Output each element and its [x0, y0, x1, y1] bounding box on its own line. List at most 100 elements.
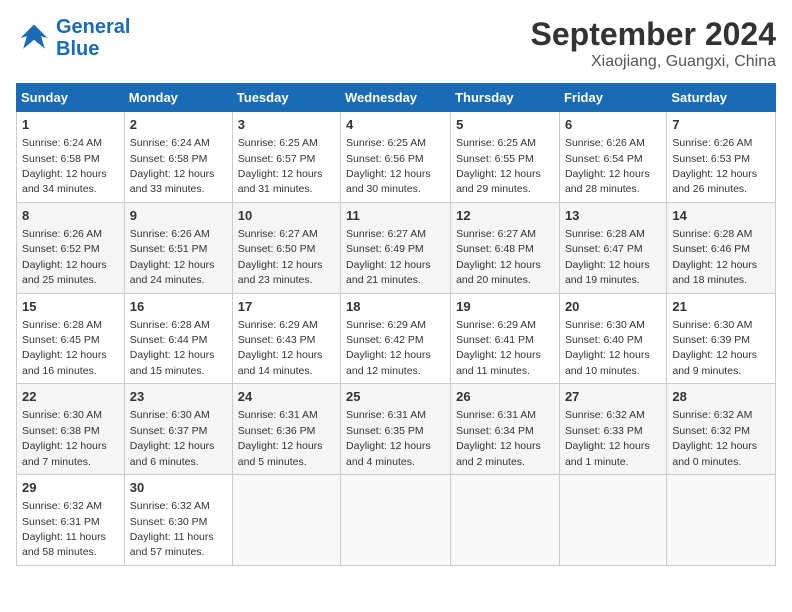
logo: General Blue [16, 16, 130, 60]
day-number: 16 [130, 298, 227, 316]
day-number: 7 [672, 116, 770, 134]
day-number: 27 [565, 388, 661, 406]
day-number: 6 [565, 116, 661, 134]
calendar-cell: 11 Sunrise: 6:27 AMSunset: 6:49 PMDayligh… [341, 202, 451, 293]
day-info: Sunrise: 6:25 AMSunset: 6:56 PMDaylight:… [346, 137, 431, 195]
calendar-cell: 30 Sunrise: 6:32 AMSunset: 6:30 PMDayligh… [124, 475, 232, 566]
calendar-cell: 14 Sunrise: 6:28 AMSunset: 6:46 PMDayligh… [667, 202, 776, 293]
page-header: General Blue September 2024 Xiaojiang, G… [16, 16, 776, 71]
day-info: Sunrise: 6:26 AMSunset: 6:51 PMDaylight:… [130, 228, 215, 286]
calendar-cell: 17Sunrise: 6:29 AMSunset: 6:43 PMDayligh… [232, 293, 340, 384]
day-number: 28 [672, 388, 770, 406]
calendar-table: SundayMondayTuesdayWednesdayThursdayFrid… [16, 83, 776, 566]
calendar-cell: 13 Sunrise: 6:28 AMSunset: 6:47 PMDayligh… [559, 202, 666, 293]
day-info: Sunrise: 6:31 AMSunset: 6:34 PMDaylight:… [456, 409, 541, 467]
day-info: Sunrise: 6:32 AMSunset: 6:30 PMDaylight:… [130, 500, 214, 558]
day-info: Sunrise: 6:25 AMSunset: 6:57 PMDaylight:… [238, 137, 323, 195]
day-number: 24 [238, 388, 335, 406]
calendar-cell [559, 475, 666, 566]
calendar-cell [341, 475, 451, 566]
calendar-cell [667, 475, 776, 566]
calendar-cell [451, 475, 560, 566]
day-number: 17 [238, 298, 335, 316]
day-number: 14 [672, 207, 770, 225]
calendar-cell: 6 Sunrise: 6:26 AMSunset: 6:54 PMDaylight… [559, 112, 666, 203]
day-number: 3 [238, 116, 335, 134]
calendar-cell: 4 Sunrise: 6:25 AMSunset: 6:56 PMDaylight… [341, 112, 451, 203]
calendar-cell: 2Sunrise: 6:24 AMSunset: 6:58 PMDaylight… [124, 112, 232, 203]
logo-icon [16, 20, 52, 56]
day-info: Sunrise: 6:29 AMSunset: 6:42 PMDaylight:… [346, 319, 431, 377]
day-info: Sunrise: 6:28 AMSunset: 6:47 PMDaylight:… [565, 228, 650, 286]
day-header-thursday: Thursday [451, 84, 560, 112]
calendar-cell: 23 Sunrise: 6:30 AMSunset: 6:37 PMDayligh… [124, 384, 232, 475]
location: Xiaojiang, Guangxi, China [531, 53, 776, 71]
day-info: Sunrise: 6:26 AMSunset: 6:52 PMDaylight:… [22, 228, 107, 286]
calendar-cell: 5 Sunrise: 6:25 AMSunset: 6:55 PMDaylight… [451, 112, 560, 203]
calendar-cell: 26Sunrise: 6:31 AMSunset: 6:34 PMDayligh… [451, 384, 560, 475]
day-number: 19 [456, 298, 554, 316]
day-info: Sunrise: 6:30 AMSunset: 6:37 PMDaylight:… [130, 409, 215, 467]
month-title: September 2024 [531, 16, 776, 53]
day-info: Sunrise: 6:30 AMSunset: 6:40 PMDaylight:… [565, 319, 650, 377]
day-info: Sunrise: 6:30 AMSunset: 6:38 PMDaylight:… [22, 409, 107, 467]
calendar-cell: 27 Sunrise: 6:32 AMSunset: 6:33 PMDayligh… [559, 384, 666, 475]
calendar-cell: 20 Sunrise: 6:30 AMSunset: 6:40 PMDayligh… [559, 293, 666, 384]
calendar-cell: 9 Sunrise: 6:26 AMSunset: 6:51 PMDaylight… [124, 202, 232, 293]
day-number: 23 [130, 388, 227, 406]
calendar-cell: 7 Sunrise: 6:26 AMSunset: 6:53 PMDaylight… [667, 112, 776, 203]
day-number: 25 [346, 388, 445, 406]
week-row-4: 22Sunrise: 6:30 AMSunset: 6:38 PMDayligh… [17, 384, 776, 475]
day-header-friday: Friday [559, 84, 666, 112]
calendar-cell: 22Sunrise: 6:30 AMSunset: 6:38 PMDayligh… [17, 384, 125, 475]
day-number: 12 [456, 207, 554, 225]
day-info: Sunrise: 6:27 AMSunset: 6:50 PMDaylight:… [238, 228, 323, 286]
calendar-cell: 28Sunrise: 6:32 AMSunset: 6:32 PMDayligh… [667, 384, 776, 475]
week-row-2: 8 Sunrise: 6:26 AMSunset: 6:52 PMDaylight… [17, 202, 776, 293]
calendar-cell: 25Sunrise: 6:31 AMSunset: 6:35 PMDayligh… [341, 384, 451, 475]
day-info: Sunrise: 6:25 AMSunset: 6:55 PMDaylight:… [456, 137, 541, 195]
week-row-1: 1Sunrise: 6:24 AMSunset: 6:58 PMDaylight… [17, 112, 776, 203]
calendar-cell: 18 Sunrise: 6:29 AMSunset: 6:42 PMDayligh… [341, 293, 451, 384]
day-number: 15 [22, 298, 119, 316]
title-block: September 2024 Xiaojiang, Guangxi, China [531, 16, 776, 71]
day-info: Sunrise: 6:27 AMSunset: 6:49 PMDaylight:… [346, 228, 431, 286]
week-row-3: 15 Sunrise: 6:28 AMSunset: 6:45 PMDayligh… [17, 293, 776, 384]
day-number: 29 [22, 479, 119, 497]
calendar-cell: 29 Sunrise: 6:32 AMSunset: 6:31 PMDayligh… [17, 475, 125, 566]
day-number: 18 [346, 298, 445, 316]
day-number: 10 [238, 207, 335, 225]
day-info: Sunrise: 6:26 AMSunset: 6:53 PMDaylight:… [672, 137, 757, 195]
day-info: Sunrise: 6:28 AMSunset: 6:44 PMDaylight:… [130, 319, 215, 377]
day-info: Sunrise: 6:29 AMSunset: 6:41 PMDaylight:… [456, 319, 541, 377]
calendar-cell: 12Sunrise: 6:27 AMSunset: 6:48 PMDayligh… [451, 202, 560, 293]
day-header-monday: Monday [124, 84, 232, 112]
day-number: 11 [346, 207, 445, 225]
logo-text: General Blue [56, 16, 130, 60]
calendar-cell: 8 Sunrise: 6:26 AMSunset: 6:52 PMDaylight… [17, 202, 125, 293]
day-header-tuesday: Tuesday [232, 84, 340, 112]
calendar-cell: 16 Sunrise: 6:28 AMSunset: 6:44 PMDayligh… [124, 293, 232, 384]
calendar-cell: 3 Sunrise: 6:25 AMSunset: 6:57 PMDaylight… [232, 112, 340, 203]
week-row-5: 29 Sunrise: 6:32 AMSunset: 6:31 PMDayligh… [17, 475, 776, 566]
day-info: Sunrise: 6:28 AMSunset: 6:46 PMDaylight:… [672, 228, 757, 286]
calendar-cell: 19 Sunrise: 6:29 AMSunset: 6:41 PMDayligh… [451, 293, 560, 384]
calendar-cell [232, 475, 340, 566]
day-number: 21 [672, 298, 770, 316]
day-number: 2 [130, 116, 227, 134]
calendar-cell: 10 Sunrise: 6:27 AMSunset: 6:50 PMDayligh… [232, 202, 340, 293]
day-info: Sunrise: 6:24 AMSunset: 6:58 PMDaylight:… [22, 137, 107, 195]
day-number: 5 [456, 116, 554, 134]
day-number: 20 [565, 298, 661, 316]
day-number: 8 [22, 207, 119, 225]
day-info: Sunrise: 6:26 AMSunset: 6:54 PMDaylight:… [565, 137, 650, 195]
day-info: Sunrise: 6:32 AMSunset: 6:33 PMDaylight:… [565, 409, 650, 467]
day-header-sunday: Sunday [17, 84, 125, 112]
day-number: 9 [130, 207, 227, 225]
day-info: Sunrise: 6:28 AMSunset: 6:45 PMDaylight:… [22, 319, 107, 377]
day-number: 30 [130, 479, 227, 497]
day-number: 4 [346, 116, 445, 134]
day-info: Sunrise: 6:32 AMSunset: 6:31 PMDaylight:… [22, 500, 106, 558]
day-number: 13 [565, 207, 661, 225]
day-info: Sunrise: 6:31 AMSunset: 6:36 PMDaylight:… [238, 409, 323, 467]
